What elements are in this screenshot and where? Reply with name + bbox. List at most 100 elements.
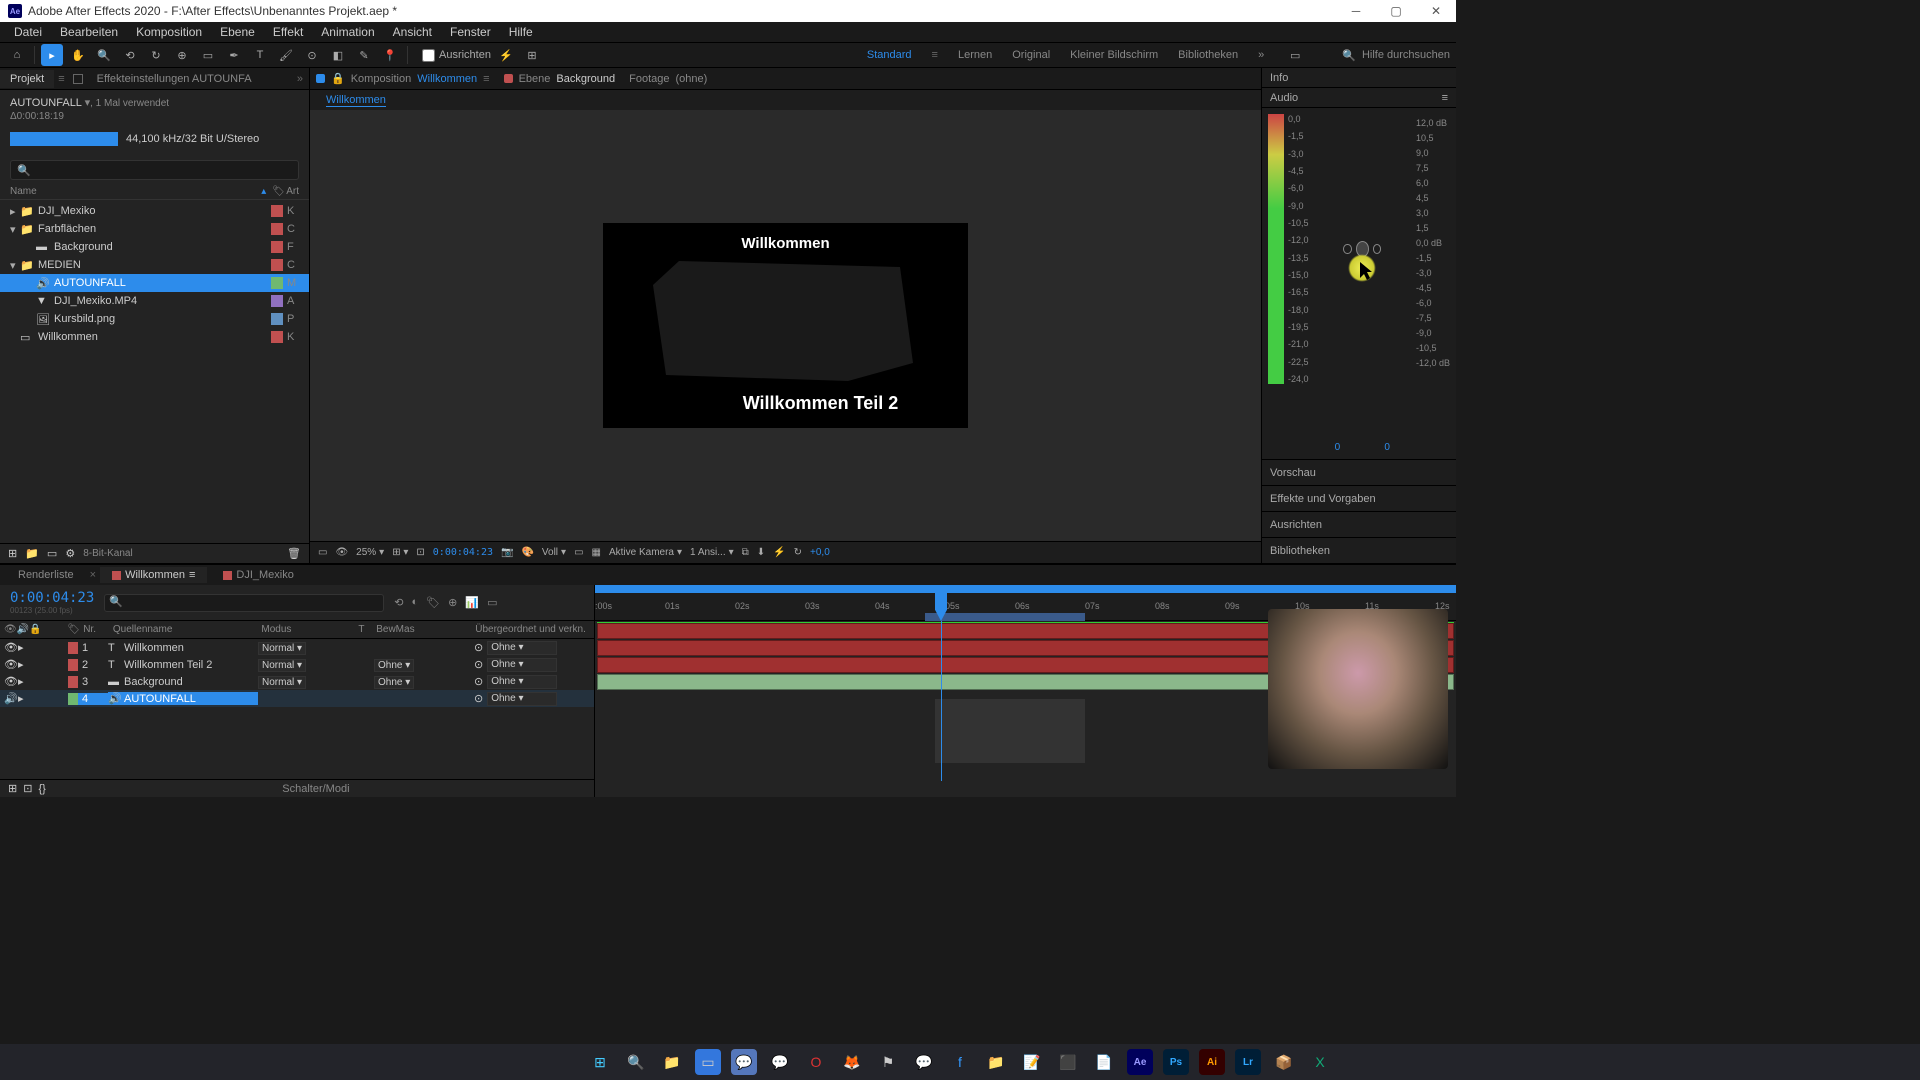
tl-toggle-2[interactable]: ⊡ [23,782,32,795]
tl-tool-1[interactable]: ⟲ [394,596,403,609]
menu-bearbeiten[interactable]: Bearbeiten [52,23,126,41]
teams-icon[interactable]: 💬 [731,1049,757,1075]
new-comp-icon[interactable]: ▭ [47,547,57,560]
workspace-original[interactable]: Original [1012,49,1050,61]
layer-row-1[interactable]: 👁▸ 1 TWillkommen Normal ▾ ⊙Ohne ▾ [0,639,594,656]
eraser-tool[interactable]: ◧ [327,44,349,66]
audio-panel-header[interactable]: Audio≡ [1262,88,1456,108]
menu-komposition[interactable]: Komposition [128,23,210,41]
res-toggle[interactable]: ▭ [318,547,327,558]
home-tool[interactable]: ⌂ [6,44,28,66]
app-icon-1[interactable]: ⚑ [875,1049,901,1075]
messenger-icon[interactable]: 💬 [911,1049,937,1075]
workspace-kleiner[interactable]: Kleiner Bildschirm [1070,49,1158,61]
minimize-button[interactable]: ─ [1344,4,1368,18]
menu-fenster[interactable]: Fenster [442,23,499,41]
folder-icon[interactable]: 📁 [25,547,39,560]
col-bewmas[interactable]: BewMas [376,624,475,635]
layer-name[interactable]: Background [556,73,615,85]
trash-icon[interactable]: 🗑 [287,547,301,560]
menu-ansicht[interactable]: Ansicht [385,23,440,41]
notes-icon[interactable]: 📝 [1019,1049,1045,1075]
viewer[interactable]: Willkommen Willkommen Teil 2 [310,110,1261,541]
workspace-reset[interactable]: ▭ [1284,44,1306,66]
col-nr[interactable]: Nr. [83,624,113,635]
firefox-icon[interactable]: 🦊 [839,1049,865,1075]
layer-row-2[interactable]: 👁▸ 2 TWillkommen Teil 2 Normal ▾ Ohne ▾ … [0,656,594,673]
zoom-dropdown[interactable]: 25% ▾ [356,547,384,558]
tree-item-dji-mexiko[interactable]: ▸📁DJI_MexikoK [0,202,309,220]
col-quellenname[interactable]: Quellenname [113,624,261,635]
tab-willkommen[interactable]: Willkommen ≡ [100,567,207,583]
tl-tool-3[interactable]: 🏷 [426,596,440,609]
level-left[interactable]: 0 [1335,442,1341,453]
text-tool[interactable]: T [249,44,271,66]
settings-icon[interactable]: ⚙ [65,547,75,560]
photoshop-icon[interactable]: Ps [1163,1049,1189,1075]
menu-animation[interactable]: Animation [313,23,382,41]
col-modus[interactable]: Modus [261,624,358,635]
camera-dropdown[interactable]: Aktive Kamera ▾ [609,547,682,558]
grid-icon[interactable]: ⊡ [416,547,424,558]
col-name[interactable]: Name [10,186,261,197]
info-panel-header[interactable]: Info [1262,68,1456,88]
level-right[interactable]: 0 [1384,442,1390,453]
tree-item-kursbild-png[interactable]: 🖼Kursbild.pngP [0,310,309,328]
rotate-tool[interactable]: ↻ [145,44,167,66]
start-icon[interactable]: ⊞ [587,1049,613,1075]
layer-row-3[interactable]: 👁▸ 3 ▬Background Normal ▾ Ohne ▾ ⊙Ohne ▾ [0,673,594,690]
folder-icon[interactable]: 📁 [983,1049,1009,1075]
snapshot-icon[interactable]: 📷 [501,547,513,558]
help-search[interactable]: 🔍 Hilfe durchsuchen [1342,49,1450,62]
editor-icon[interactable]: 📄 [1091,1049,1117,1075]
3d-icon[interactable]: ⧉ [742,547,749,558]
project-search[interactable]: 🔍 [10,160,299,180]
project-tab[interactable]: Projekt [0,70,54,88]
alpha-toggle[interactable]: 👁 [335,547,348,558]
excel-icon[interactable]: X [1307,1049,1333,1075]
schalter-modi[interactable]: Schalter/Modi [282,783,349,795]
tree-item-dji-mexiko-mp4[interactable]: ▼DJI_Mexiko.MP4A [0,292,309,310]
tree-item-medien[interactable]: ▾📁MEDIENC [0,256,309,274]
anchor-tool[interactable]: ⊕ [171,44,193,66]
tl-tool-5[interactable]: 📊 [465,596,479,609]
workspace-lernen[interactable]: Lernen [958,49,992,61]
lightroom-icon[interactable]: Lr [1235,1049,1261,1075]
tab-renderliste[interactable]: Renderliste [6,567,86,583]
brush-tool[interactable]: 🖌 [275,44,297,66]
tl-tool-2[interactable]: ◐ [412,596,419,609]
aftereffects-icon[interactable]: Ae [1127,1049,1153,1075]
views-dropdown[interactable]: 1 Ansi... ▾ [690,547,734,558]
exposure-value[interactable]: +0,0 [810,547,830,558]
breadcrumb-item[interactable]: Willkommen [326,94,386,107]
timeline-search[interactable]: 🔍 [104,594,384,612]
channel-icon[interactable]: 🎨 [521,547,533,558]
ausrichten-panel[interactable]: Ausrichten [1262,511,1456,537]
interpret-icon[interactable]: ⊞ [8,547,17,560]
resolution-dropdown[interactable]: ⊞ ▾ [392,547,408,558]
layer-row-4[interactable]: 🔊▸ 4 🔊AUTOUNFALL ⊙Ohne ▾ [0,690,594,707]
tree-item-background[interactable]: ▬BackgroundF [0,238,309,256]
close-button[interactable]: ✕ [1424,4,1448,18]
lock-icon[interactable]: 🔒 [331,72,345,85]
puppet-tool[interactable]: 📍 [379,44,401,66]
transparency-icon[interactable]: ▦ [592,547,601,558]
col-parent[interactable]: Übergeordnet und verkn. [475,624,594,635]
orbit-tool[interactable]: ⟲ [119,44,141,66]
fast-icon[interactable]: ⚡ [773,547,785,558]
effekte-panel[interactable]: Effekte und Vorgaben [1262,485,1456,511]
obs-icon[interactable]: ⬛ [1055,1049,1081,1075]
draft-icon[interactable]: ⬇ [757,547,765,558]
zoom-tool[interactable]: 🔍 [93,44,115,66]
viewer-time[interactable]: 0:00:04:23 [433,547,493,558]
tl-tool-6[interactable]: ▭ [487,596,497,609]
workspace-more[interactable]: » [1258,49,1264,61]
res-dropdown[interactable]: Voll ▾ [542,547,566,558]
bit-depth[interactable]: 8-Bit-Kanal [83,548,132,559]
snap-grid[interactable]: ⊞ [521,44,543,66]
roto-tool[interactable]: ✎ [353,44,375,66]
col-art[interactable]: Art [286,186,299,197]
bibliotheken-panel[interactable]: Bibliotheken [1262,537,1456,563]
app-icon-2[interactable]: 📦 [1271,1049,1297,1075]
explorer-icon[interactable]: 📁 [659,1049,685,1075]
